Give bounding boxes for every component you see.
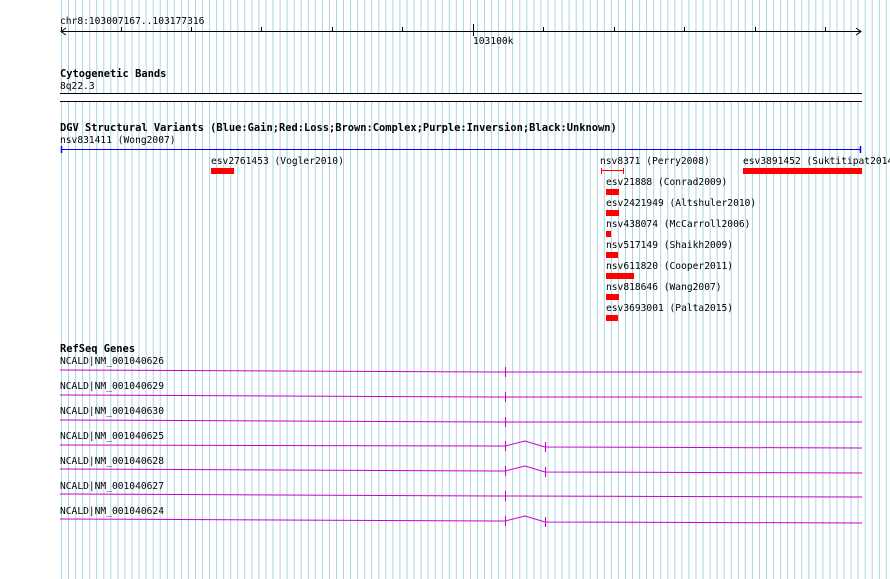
dgv-feature-esv2761453[interactable] [211,168,234,174]
transcript-nm-001040630[interactable] [59,417,862,427]
dgv-feature-esv2421949[interactable] [606,210,619,216]
dgv-feature-nsv517149[interactable] [606,252,618,258]
cytoband-ideogram[interactable] [60,93,862,102]
transcript-nm-001040627[interactable] [59,491,863,501]
refseq-transcripts [59,367,863,527]
dgv-feature-nsv8371[interactable] [601,168,624,174]
transcript-nm-001040629[interactable] [59,392,862,402]
ruler [60,24,862,36]
dgv-feature-esv3693001[interactable] [606,315,618,321]
dgv-feature-nsv438074[interactable] [606,231,611,237]
dgv-feature-nsv818646[interactable] [606,294,619,300]
track-graphics [59,24,863,527]
transcript-nm-001040628[interactable] [59,465,863,477]
dgv-feature-esv21888[interactable] [606,189,619,195]
dgv-feature-nsv611820[interactable] [606,273,634,279]
transcript-nm-001040625[interactable] [59,440,863,452]
transcript-nm-001040624[interactable] [59,515,863,527]
dgv-feature-nsv831411[interactable] [60,146,862,153]
transcript-nm-001040626[interactable] [59,367,862,377]
dgv-feature-esv3891452[interactable] [743,168,862,174]
dgv-loss-features [211,168,862,321]
